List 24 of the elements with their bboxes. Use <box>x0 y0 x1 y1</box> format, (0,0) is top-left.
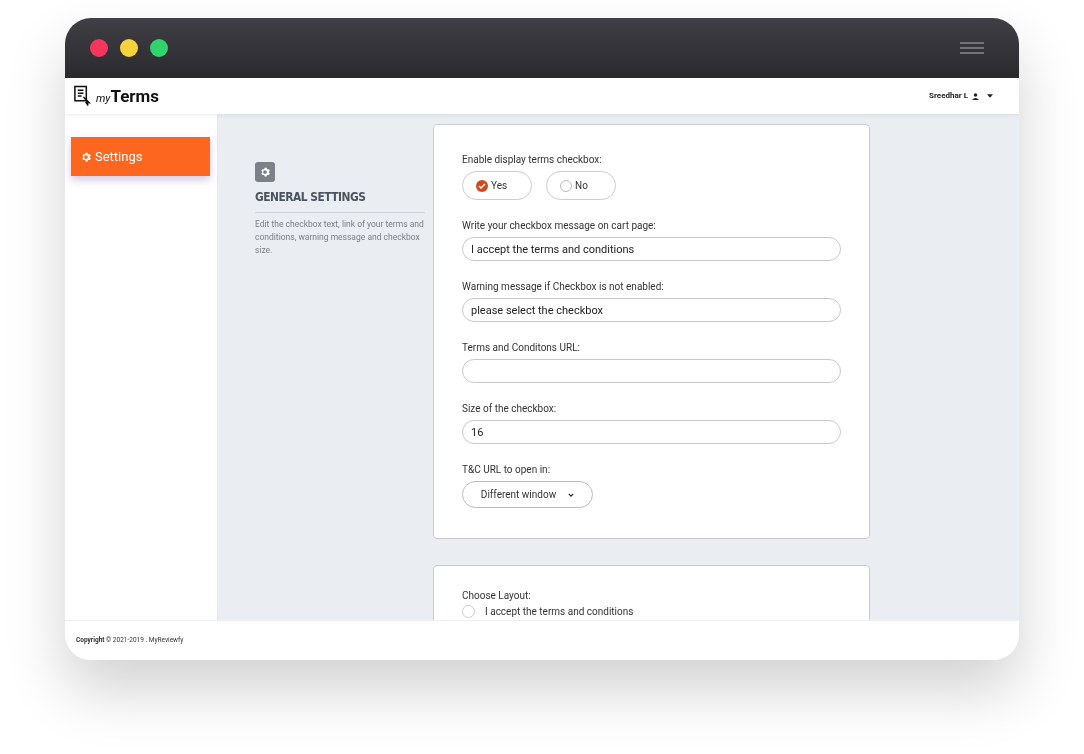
app-logo: myTerms <box>96 87 160 105</box>
field-label: Terms and Conditons URL: <box>462 341 581 355</box>
field-label: T&C URL to open in: <box>462 463 552 477</box>
document-cursor-icon <box>73 85 92 107</box>
gear-icon <box>81 151 91 162</box>
field-label: Warning message if Checkbox is not enabled: <box>462 280 665 294</box>
chevron-icon <box>568 492 575 497</box>
input-field[interactable]: I accept the terms and conditions <box>462 237 841 261</box>
field-label: Choose Layout: <box>462 589 532 603</box>
field-label: Enable display terms checkbox: <box>462 153 603 167</box>
menu-icon[interactable] <box>960 42 984 54</box>
section-title: GENERAL SETTINGS <box>255 188 367 206</box>
gear-icon <box>260 167 270 177</box>
field-label: Write your checkbox message on cart page: <box>462 219 657 233</box>
input-field[interactable] <box>462 359 841 383</box>
user-icon <box>972 92 979 100</box>
user-name[interactable]: Sreedhar L <box>929 90 968 102</box>
caret-icon[interactable] <box>987 94 993 98</box>
check-icon <box>476 179 488 192</box>
layout-option: I accept the terms and conditions <box>485 604 634 619</box>
input-field[interactable]: please select the checkbox <box>462 298 841 322</box>
section-description: Edit the checkbox text, link of your terms and conditions, warning message and checkbox size. <box>255 217 425 257</box>
field-label: Size of the checkbox: <box>462 402 558 416</box>
input-field[interactable]: 16 <box>462 420 841 444</box>
